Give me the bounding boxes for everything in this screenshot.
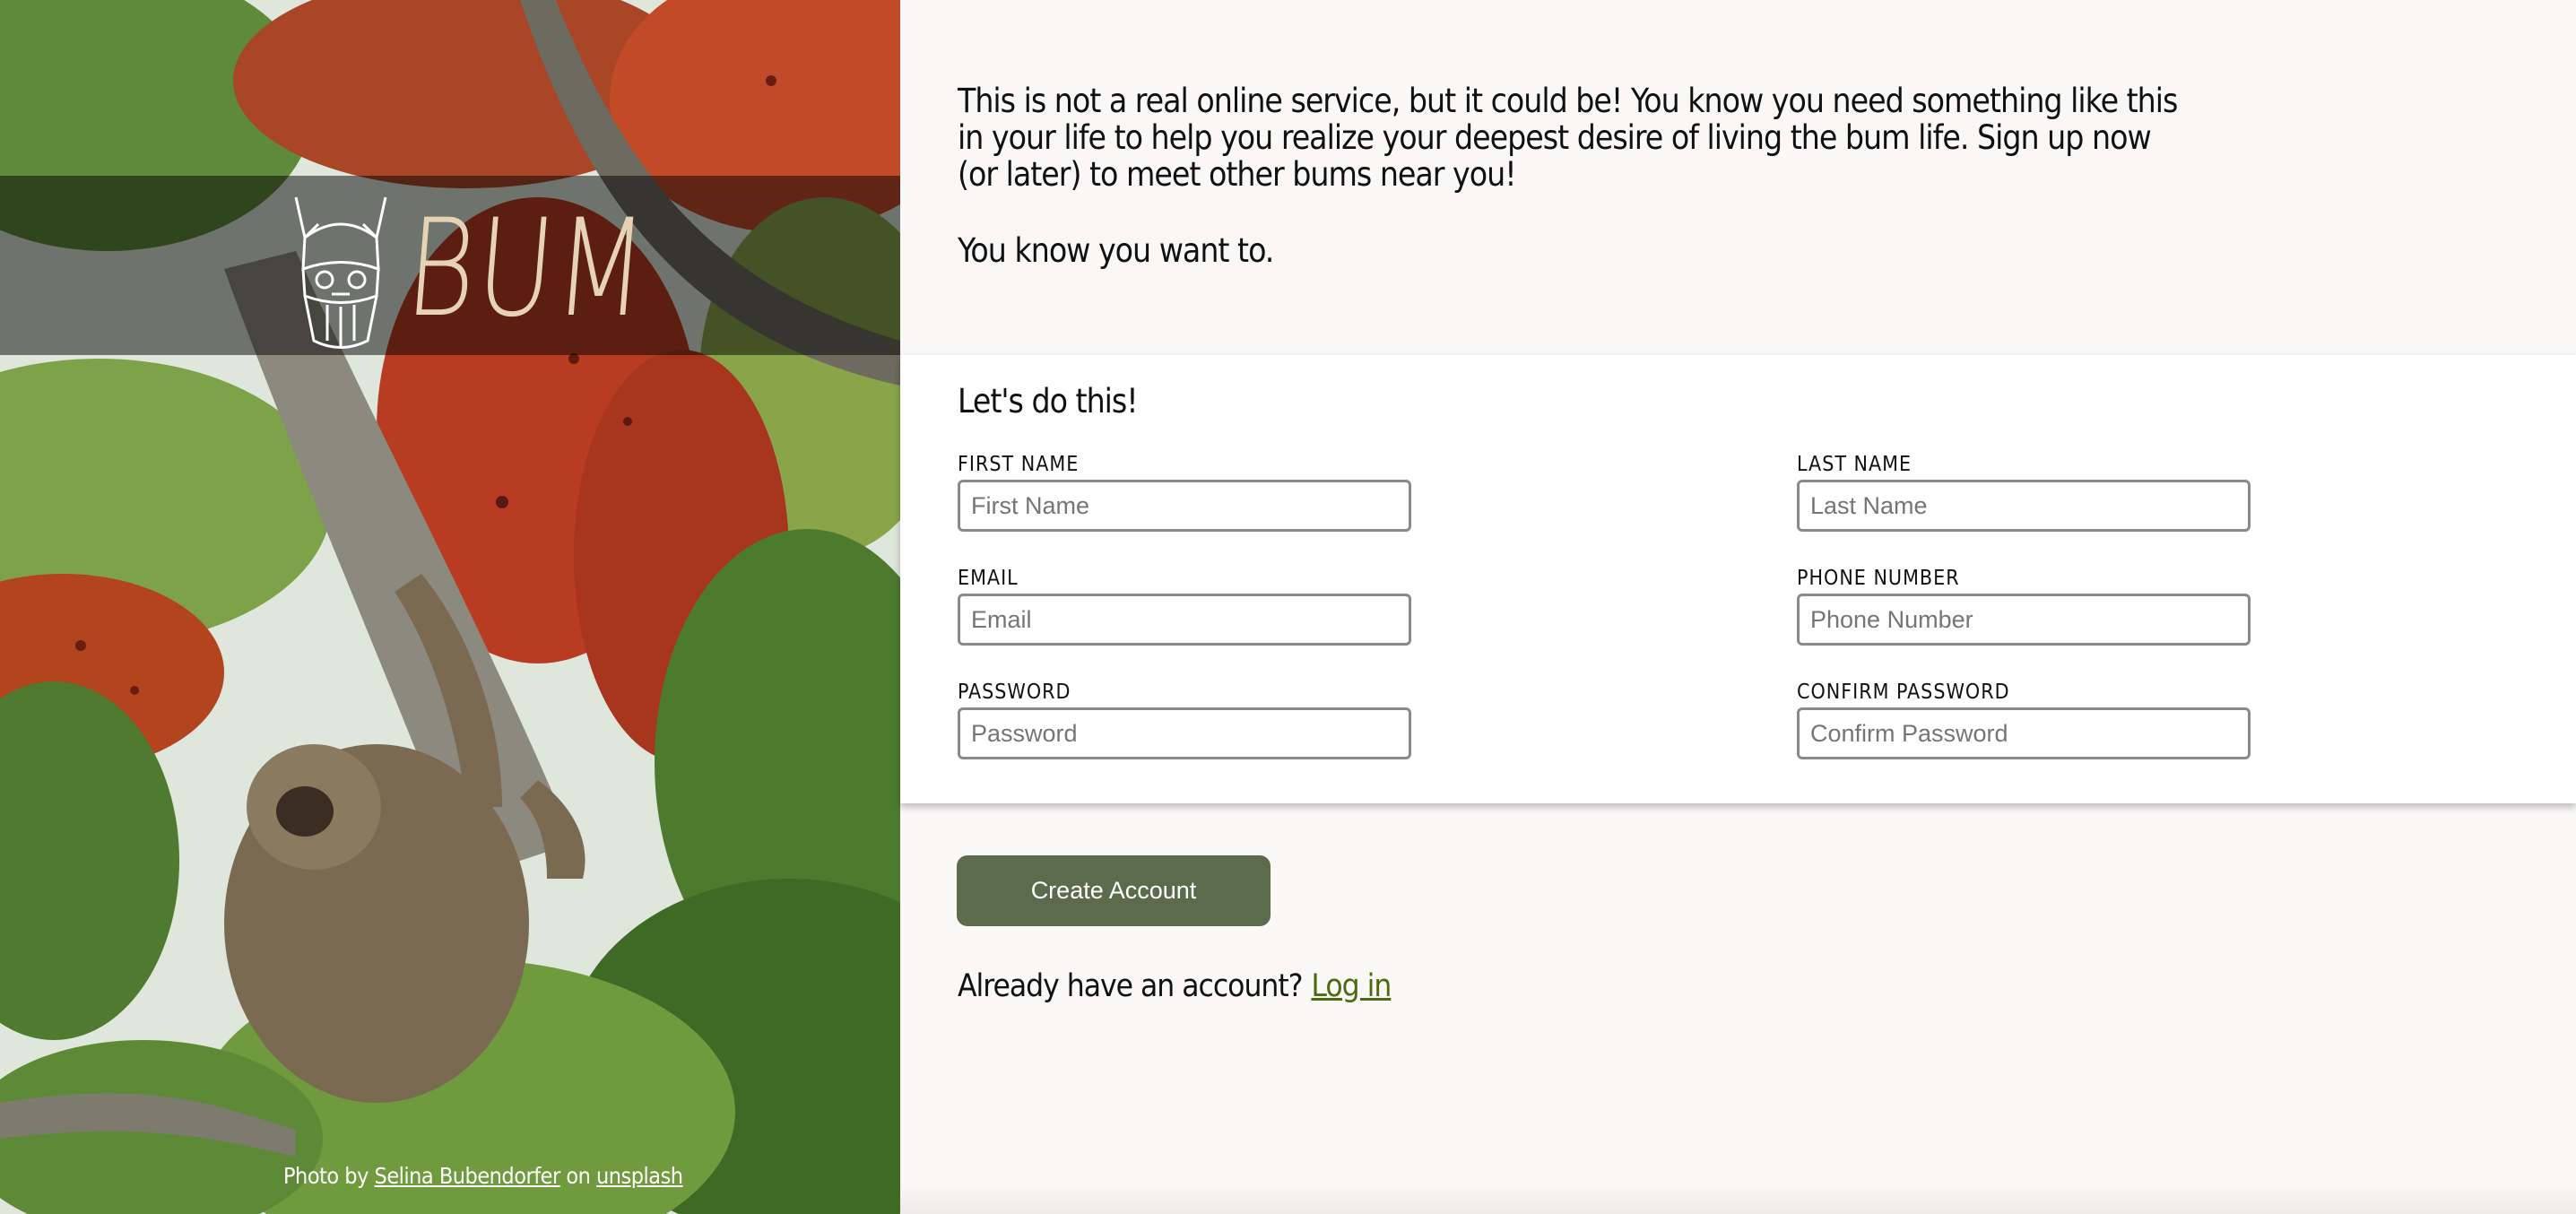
- phone-label: Phone Number: [1797, 567, 1960, 590]
- credit-author-link[interactable]: Selina Bubendorfer: [375, 1163, 561, 1189]
- last-name-input[interactable]: [1797, 480, 2251, 532]
- hero-photo: BUM Photo by Selina Bubendorfer on unspl…: [0, 0, 900, 1214]
- email-label: Email: [958, 567, 1019, 590]
- first-name-label: First Name: [958, 453, 1080, 476]
- form-title: Let's do this!: [958, 382, 1139, 421]
- first-name-group: First Name: [958, 452, 1415, 532]
- phone-input[interactable]: [1797, 594, 2251, 646]
- brand-logo[interactable]: BUM: [278, 184, 715, 354]
- viking-bum-icon: [294, 196, 387, 349]
- credit-middle: on: [566, 1163, 591, 1189]
- email-input[interactable]: [958, 594, 1411, 646]
- first-name-input[interactable]: [958, 480, 1411, 532]
- password-input[interactable]: [958, 707, 1411, 759]
- signup-form: Let's do this! First Name Last Name Emai…: [900, 355, 2576, 803]
- password-label: Password: [958, 681, 1071, 704]
- bottom-shade: [900, 1182, 2576, 1214]
- intro-text: This is not a real online service, but i…: [958, 82, 2195, 269]
- brand-name: BUM: [400, 191, 655, 347]
- credit-prefix: Photo by: [283, 1163, 369, 1189]
- last-name-group: Last Name: [1797, 452, 2254, 532]
- login-prompt-text: Already have an account?: [958, 968, 1303, 1004]
- intro-paragraph: This is not a real online service, but i…: [958, 82, 2178, 194]
- password-group: Password: [958, 680, 1415, 759]
- confirm-password-label: Confirm Password: [1797, 681, 2010, 704]
- phone-group: Phone Number: [1797, 566, 2254, 646]
- credit-site-link[interactable]: unsplash: [596, 1163, 683, 1189]
- confirm-password-input[interactable]: [1797, 707, 2251, 759]
- photo-credit: Photo by Selina Bubendorfer on unsplash: [283, 1163, 683, 1189]
- email-group: Email: [958, 566, 1415, 646]
- login-link[interactable]: Log in: [1311, 968, 1392, 1004]
- last-name-label: Last Name: [1797, 453, 1912, 476]
- intro-tagline: You know you want to.: [958, 231, 1274, 270]
- confirm-password-group: Confirm Password: [1797, 680, 2254, 759]
- create-account-button[interactable]: Create Account: [957, 855, 1271, 926]
- login-prompt: Already have an account? Log in: [958, 968, 1392, 1004]
